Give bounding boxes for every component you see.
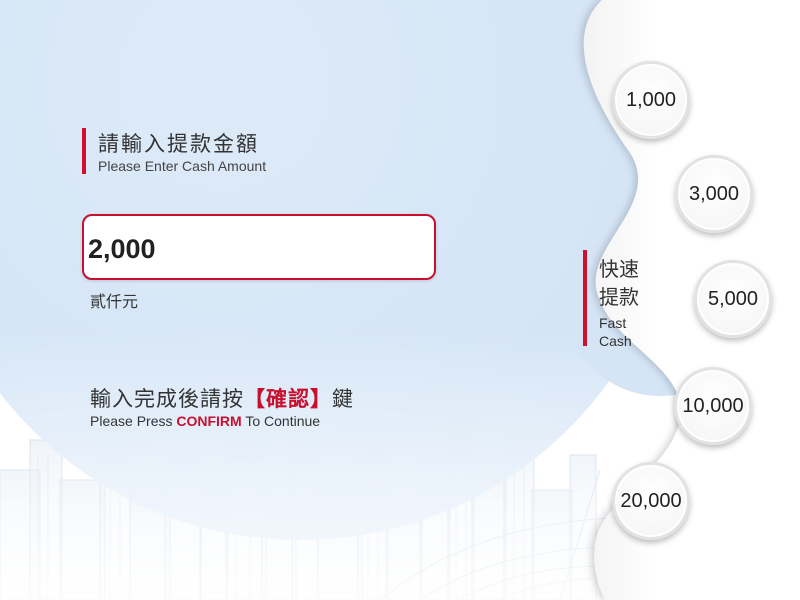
confirm-hint-en-before: Please Press xyxy=(90,413,177,429)
confirm-hint-zh-before: 輸入完成後請按 xyxy=(90,388,244,411)
amount-input-value: 2,000 xyxy=(88,234,156,264)
confirm-hint-zh-after: 鍵 xyxy=(332,388,354,411)
confirm-hint-en-after: To Continue xyxy=(241,413,321,429)
fast-cash-title-zh-line1: 快速 xyxy=(599,259,639,281)
fast-cash-amount-label: 3,000 xyxy=(688,182,740,205)
confirm-key-en: CONFIRM xyxy=(176,413,242,429)
fast-cash-button-10000[interactable]: 10,000 xyxy=(674,367,752,445)
confirm-hint-chinese: 輸入完成後請按【確認】鍵 xyxy=(90,383,354,413)
fast-cash-title-en-line1: Fast xyxy=(599,315,627,331)
fast-cash-amount-label: 10,000 xyxy=(682,394,744,417)
fast-cash-accent-bar xyxy=(583,250,587,346)
fast-cash-button-20000[interactable]: 20,000 xyxy=(612,462,690,540)
amount-title-english: Please Enter Cash Amount xyxy=(98,158,267,174)
fast-cash-button-3000[interactable]: 3,000 xyxy=(675,155,753,233)
amount-section-accent-bar xyxy=(82,128,86,174)
fast-cash-title-chinese: 快速 提款 xyxy=(599,256,659,312)
fast-cash-button-5000[interactable]: 5,000 xyxy=(694,260,772,338)
fast-cash-title-zh-line2: 提款 xyxy=(599,287,639,309)
fast-cash-amount-label: 5,000 xyxy=(707,287,759,310)
confirm-key-zh: 【確認】 xyxy=(244,388,332,411)
confirm-hint-english: Please Press CONFIRM To Continue xyxy=(90,413,320,429)
atm-screen: 請輸入提款金額 Please Enter Cash Amount 2,000 貳… xyxy=(0,0,800,600)
fast-cash-title-english: Fast Cash xyxy=(599,314,659,350)
fast-cash-amount-label: 1,000 xyxy=(625,88,677,111)
amount-title-chinese: 請輸入提款金額 xyxy=(98,133,259,156)
amount-in-words: 貳仟元 xyxy=(90,294,139,311)
fast-cash-title-en-line2: Cash xyxy=(599,333,632,349)
fast-cash-amount-label: 20,000 xyxy=(620,489,682,512)
fast-cash-button-1000[interactable]: 1,000 xyxy=(612,61,690,139)
amount-input[interactable]: 2,000 xyxy=(82,214,436,280)
